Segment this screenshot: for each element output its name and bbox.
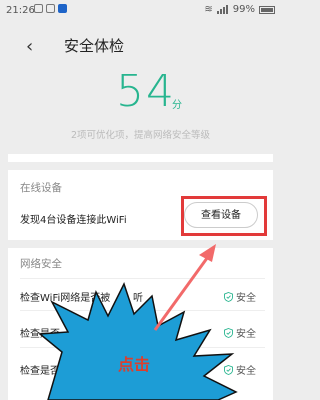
battery-icon <box>259 5 275 14</box>
status-safe: 安全 <box>224 362 256 377</box>
check-label-tail: 听 <box>133 293 143 304</box>
shield-check-icon <box>224 291 233 302</box>
status-right: ≋ 99% <box>204 4 275 15</box>
shield-check-icon <box>224 327 233 338</box>
status-safe: 安全 <box>224 289 256 304</box>
app-notification-icon <box>58 4 67 13</box>
highlight-box <box>181 196 267 236</box>
wifi-icon: ≋ <box>204 4 213 15</box>
battery-percent: 99% <box>232 4 255 15</box>
check-label: 检查是否 <box>20 366 60 377</box>
divider <box>20 347 265 348</box>
shield-check-icon <box>224 364 233 375</box>
check-label: 检查WiFi网络是否被 <box>20 293 111 304</box>
status-text: 安全 <box>236 329 256 340</box>
status-text: 安全 <box>236 366 256 377</box>
card-edge <box>8 154 273 162</box>
tap-label: 点击 <box>118 355 151 374</box>
header: ‹ 安全体检 54 分 2项可优化项，提高网络安全等级 <box>0 22 281 172</box>
network-security-card: 网络安全 检查WiFi网络是否被 听 安全 检查是否 安全 检查是否 安全 <box>8 248 273 400</box>
section-title: 在线设备 <box>20 182 62 194</box>
score-unit: 分 <box>172 100 182 111</box>
devices-message: 发现4台设备连接此WiFi <box>20 215 127 226</box>
security-score: 54 <box>116 66 176 117</box>
back-icon[interactable]: ‹ <box>26 36 33 57</box>
status-time: 21:26 <box>6 5 35 16</box>
section-title: 网络安全 <box>20 258 62 270</box>
notification-icon <box>34 4 43 13</box>
score-subtitle: 2项可优化项，提高网络安全等级 <box>70 130 211 141</box>
status-text: 安全 <box>236 293 256 304</box>
notification-icon <box>46 4 55 13</box>
check-label: 检查是否 <box>20 329 60 340</box>
signal-icon <box>216 5 229 14</box>
status-bar: 21:26 ≋ 99% <box>0 0 281 22</box>
status-safe: 安全 <box>224 325 256 340</box>
divider <box>20 278 265 279</box>
divider <box>20 310 265 311</box>
page-title: 安全体检 <box>64 37 125 55</box>
notification-icons <box>34 4 67 13</box>
